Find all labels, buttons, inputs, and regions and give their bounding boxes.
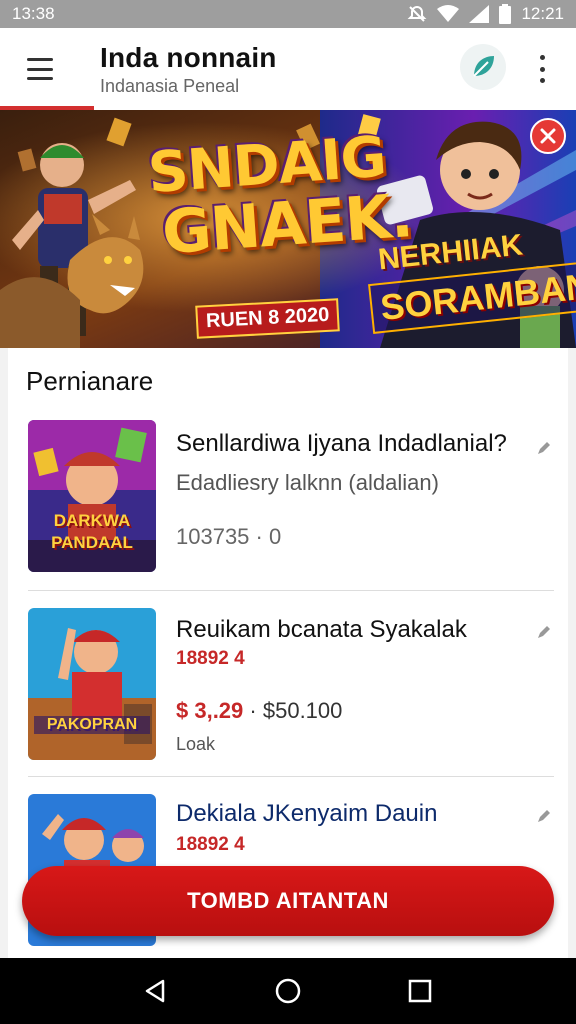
divider <box>28 776 554 777</box>
close-icon <box>540 128 556 144</box>
battery-icon <box>499 4 512 24</box>
wifi-icon <box>437 5 460 23</box>
status-bar: 13:38 12:21 <box>0 0 576 28</box>
profile-avatar[interactable] <box>460 44 506 90</box>
list-item[interactable]: PAKOPRAN Reuikam bcanata Syakalak 18892 … <box>8 606 568 778</box>
home-icon <box>275 978 301 1004</box>
app-bar: Inda nonnain Indanasia Peneal <box>0 28 576 110</box>
item-name: Reuikam bcanata Syakalak <box>176 616 467 643</box>
item-code: 18892 4 <box>176 834 245 855</box>
edit-icon[interactable] <box>536 440 552 456</box>
status-time-right: 12:21 <box>521 4 564 23</box>
signal-icon <box>469 5 490 23</box>
menu-icon[interactable] <box>24 54 56 84</box>
home-button[interactable] <box>268 971 308 1011</box>
promo-banner[interactable]: SNDAIG GNAEK. NERHIIAK SORAMBAN RUEN 8 2… <box>0 110 576 348</box>
leaf-icon <box>473 56 494 77</box>
item-thumbnail: DARKWA PANDAAL <box>28 420 156 572</box>
headline-line-2: GNAEK. <box>159 180 415 269</box>
thumb-caption: DARKWA PANDAAL <box>51 511 133 552</box>
item-label: Loak <box>176 734 216 754</box>
close-banner-button[interactable] <box>530 118 566 154</box>
edit-icon[interactable] <box>536 808 552 824</box>
back-icon <box>145 979 165 1003</box>
screen: 13:38 12:21 Inda nonnain Indanasia Penea… <box>0 0 576 1024</box>
section-title: Pernianare <box>26 366 154 396</box>
status-icons: 12:21 <box>407 4 564 24</box>
item-price: $ 3,.29 · $50.100 <box>176 698 342 724</box>
app-title: Inda nonnain <box>100 42 277 73</box>
item-thumbnail: PAKOPRAN <box>28 608 156 760</box>
price-sale: $ 3,.29 <box>176 698 244 723</box>
back-button[interactable] <box>136 971 176 1011</box>
primary-action-button[interactable]: TOMBD AITANTAN <box>22 866 554 936</box>
edit-icon[interactable] <box>536 624 552 640</box>
recents-button[interactable] <box>400 971 440 1011</box>
item-description: Edadliesry lalknn (aldalian) <box>176 470 439 495</box>
app-subtitle: Indanasia Peneal <box>100 76 240 96</box>
item-code: 18892 4 <box>176 648 245 669</box>
no-notifications-icon <box>407 4 427 24</box>
item-name: Dekiala JKenyaim Dauin <box>176 800 438 827</box>
price-separator: · <box>249 698 257 723</box>
status-time: 13:38 <box>12 4 55 23</box>
item-meta: 103735 · 0 <box>176 524 282 549</box>
system-nav-bar <box>0 958 576 1024</box>
thumb-caption: PAKOPRAN <box>34 716 150 734</box>
list-item[interactable]: DARKWA PANDAAL Senllardiwa Ijyana Indadl… <box>8 420 568 592</box>
banner-headline: SNDAIG GNAEK. <box>146 125 415 269</box>
price-regular: $50.100 <box>262 698 343 723</box>
divider <box>28 590 554 591</box>
app-titles: Inda nonnain Indanasia Peneal <box>100 42 277 97</box>
more-options-icon[interactable] <box>530 52 554 86</box>
recents-icon <box>408 979 432 1003</box>
item-name: Senllardiwa Ijyana Indadlanial? <box>176 430 507 457</box>
